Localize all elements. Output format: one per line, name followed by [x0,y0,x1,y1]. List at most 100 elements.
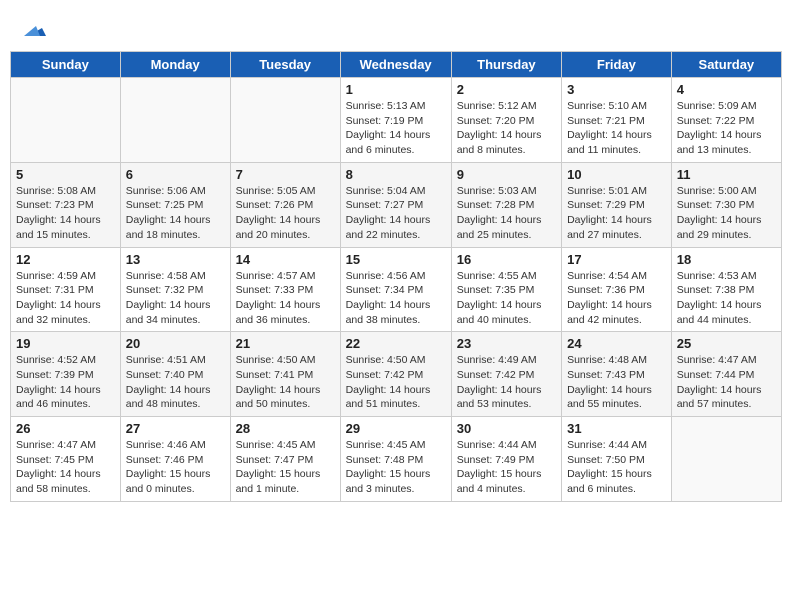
day-number: 14 [236,252,335,267]
day-detail: Sunrise: 4:46 AMSunset: 7:46 PMDaylight:… [126,438,225,497]
day-number: 22 [346,336,446,351]
day-number: 18 [677,252,776,267]
day-detail: Sunrise: 5:10 AMSunset: 7:21 PMDaylight:… [567,99,666,158]
day-detail: Sunrise: 4:44 AMSunset: 7:50 PMDaylight:… [567,438,666,497]
day-detail: Sunrise: 4:56 AMSunset: 7:34 PMDaylight:… [346,269,446,328]
calendar-cell: 27Sunrise: 4:46 AMSunset: 7:46 PMDayligh… [120,417,230,502]
day-number: 28 [236,421,335,436]
calendar-cell: 7 Sunrise: 5:05 AMSunset: 7:26 PMDaylight… [230,162,340,247]
calendar-cell: 31Sunrise: 4:44 AMSunset: 7:50 PMDayligh… [562,417,672,502]
day-detail: Sunrise: 4:51 AMSunset: 7:40 PMDaylight:… [126,353,225,412]
day-detail: Sunrise: 4:48 AMSunset: 7:43 PMDaylight:… [567,353,666,412]
header-wednesday: Wednesday [340,52,451,78]
calendar-week-3: 12 Sunrise: 4:59 AMSunset: 7:31 PMDayligh… [11,247,782,332]
day-number: 30 [457,421,556,436]
day-detail: Sunrise: 4:47 AMSunset: 7:45 PMDaylight:… [16,438,115,497]
day-detail: Sunrise: 4:55 AMSunset: 7:35 PMDaylight:… [457,269,556,328]
calendar-cell: 25 Sunrise: 4:47 AMSunset: 7:44 PMDayligh… [671,332,781,417]
day-number: 5 [16,167,115,182]
day-number: 13 [126,252,225,267]
day-number: 10 [567,167,666,182]
day-number: 7 [236,167,335,182]
day-detail: Sunrise: 4:50 AMSunset: 7:42 PMDaylight:… [346,353,446,412]
calendar-cell: 11 Sunrise: 5:00 AMSunset: 7:30 PMDayligh… [671,162,781,247]
calendar-week-4: 19Sunrise: 4:52 AMSunset: 7:39 PMDayligh… [11,332,782,417]
day-detail: Sunrise: 5:08 AMSunset: 7:23 PMDaylight:… [16,184,115,243]
calendar-cell: 18 Sunrise: 4:53 AMSunset: 7:38 PMDayligh… [671,247,781,332]
logo [20,18,46,40]
calendar-cell: 8 Sunrise: 5:04 AMSunset: 7:27 PMDaylight… [340,162,451,247]
day-detail: Sunrise: 5:01 AMSunset: 7:29 PMDaylight:… [567,184,666,243]
day-number: 23 [457,336,556,351]
day-number: 20 [126,336,225,351]
day-detail: Sunrise: 4:54 AMSunset: 7:36 PMDaylight:… [567,269,666,328]
day-detail: Sunrise: 5:04 AMSunset: 7:27 PMDaylight:… [346,184,446,243]
calendar-week-2: 5 Sunrise: 5:08 AMSunset: 7:23 PMDaylight… [11,162,782,247]
day-number: 1 [346,82,446,97]
day-number: 17 [567,252,666,267]
day-number: 12 [16,252,115,267]
day-detail: Sunrise: 4:58 AMSunset: 7:32 PMDaylight:… [126,269,225,328]
calendar-week-5: 26 Sunrise: 4:47 AMSunset: 7:45 PMDayligh… [11,417,782,502]
calendar-cell: 22 Sunrise: 4:50 AMSunset: 7:42 PMDayligh… [340,332,451,417]
header-sunday: Sunday [11,52,121,78]
calendar-cell: 10 Sunrise: 5:01 AMSunset: 7:29 PMDayligh… [562,162,672,247]
calendar-cell: 17 Sunrise: 4:54 AMSunset: 7:36 PMDayligh… [562,247,672,332]
day-detail: Sunrise: 4:45 AMSunset: 7:48 PMDaylight:… [346,438,446,497]
day-detail: Sunrise: 4:59 AMSunset: 7:31 PMDaylight:… [16,269,115,328]
day-number: 29 [346,421,446,436]
day-number: 16 [457,252,556,267]
calendar-cell [230,78,340,163]
day-detail: Sunrise: 5:05 AMSunset: 7:26 PMDaylight:… [236,184,335,243]
day-detail: Sunrise: 5:12 AMSunset: 7:20 PMDaylight:… [457,99,556,158]
day-number: 25 [677,336,776,351]
day-number: 24 [567,336,666,351]
calendar-cell: 12 Sunrise: 4:59 AMSunset: 7:31 PMDayligh… [11,247,121,332]
header-thursday: Thursday [451,52,561,78]
calendar-cell [11,78,121,163]
calendar-cell: 14 Sunrise: 4:57 AMSunset: 7:33 PMDayligh… [230,247,340,332]
day-detail: Sunrise: 5:06 AMSunset: 7:25 PMDaylight:… [126,184,225,243]
calendar-cell: 19Sunrise: 4:52 AMSunset: 7:39 PMDayligh… [11,332,121,417]
calendar-cell: 15Sunrise: 4:56 AMSunset: 7:34 PMDayligh… [340,247,451,332]
day-detail: Sunrise: 5:13 AMSunset: 7:19 PMDaylight:… [346,99,446,158]
calendar-cell [671,417,781,502]
header-monday: Monday [120,52,230,78]
calendar-cell: 5 Sunrise: 5:08 AMSunset: 7:23 PMDaylight… [11,162,121,247]
header-tuesday: Tuesday [230,52,340,78]
calendar-cell: 9Sunrise: 5:03 AMSunset: 7:28 PMDaylight… [451,162,561,247]
day-detail: Sunrise: 5:09 AMSunset: 7:22 PMDaylight:… [677,99,776,158]
day-number: 2 [457,82,556,97]
day-detail: Sunrise: 4:49 AMSunset: 7:42 PMDaylight:… [457,353,556,412]
calendar-cell: 20 Sunrise: 4:51 AMSunset: 7:40 PMDayligh… [120,332,230,417]
day-number: 8 [346,167,446,182]
calendar-cell: 21Sunrise: 4:50 AMSunset: 7:41 PMDayligh… [230,332,340,417]
day-detail: Sunrise: 5:00 AMSunset: 7:30 PMDaylight:… [677,184,776,243]
calendar-cell: 16 Sunrise: 4:55 AMSunset: 7:35 PMDayligh… [451,247,561,332]
day-detail: Sunrise: 4:53 AMSunset: 7:38 PMDaylight:… [677,269,776,328]
day-detail: Sunrise: 4:45 AMSunset: 7:47 PMDaylight:… [236,438,335,497]
header [10,10,782,45]
calendar-cell: 29 Sunrise: 4:45 AMSunset: 7:48 PMDayligh… [340,417,451,502]
calendar-cell: 4 Sunrise: 5:09 AMSunset: 7:22 PMDaylight… [671,78,781,163]
header-saturday: Saturday [671,52,781,78]
day-number: 26 [16,421,115,436]
day-number: 11 [677,167,776,182]
calendar-cell: 13 Sunrise: 4:58 AMSunset: 7:32 PMDayligh… [120,247,230,332]
day-detail: Sunrise: 4:44 AMSunset: 7:49 PMDaylight:… [457,438,556,497]
day-number: 19 [16,336,115,351]
day-number: 3 [567,82,666,97]
calendar-cell: 2 Sunrise: 5:12 AMSunset: 7:20 PMDaylight… [451,78,561,163]
day-number: 6 [126,167,225,182]
day-detail: Sunrise: 4:57 AMSunset: 7:33 PMDaylight:… [236,269,335,328]
day-detail: Sunrise: 4:47 AMSunset: 7:44 PMDaylight:… [677,353,776,412]
calendar-cell [120,78,230,163]
header-friday: Friday [562,52,672,78]
calendar-week-1: 1 Sunrise: 5:13 AMSunset: 7:19 PMDaylight… [11,78,782,163]
calendar-cell: 24 Sunrise: 4:48 AMSunset: 7:43 PMDayligh… [562,332,672,417]
day-number: 4 [677,82,776,97]
calendar-cell: 3 Sunrise: 5:10 AMSunset: 7:21 PMDaylight… [562,78,672,163]
calendar-cell: 26 Sunrise: 4:47 AMSunset: 7:45 PMDayligh… [11,417,121,502]
calendar-cell: 28 Sunrise: 4:45 AMSunset: 7:47 PMDayligh… [230,417,340,502]
day-detail: Sunrise: 5:03 AMSunset: 7:28 PMDaylight:… [457,184,556,243]
